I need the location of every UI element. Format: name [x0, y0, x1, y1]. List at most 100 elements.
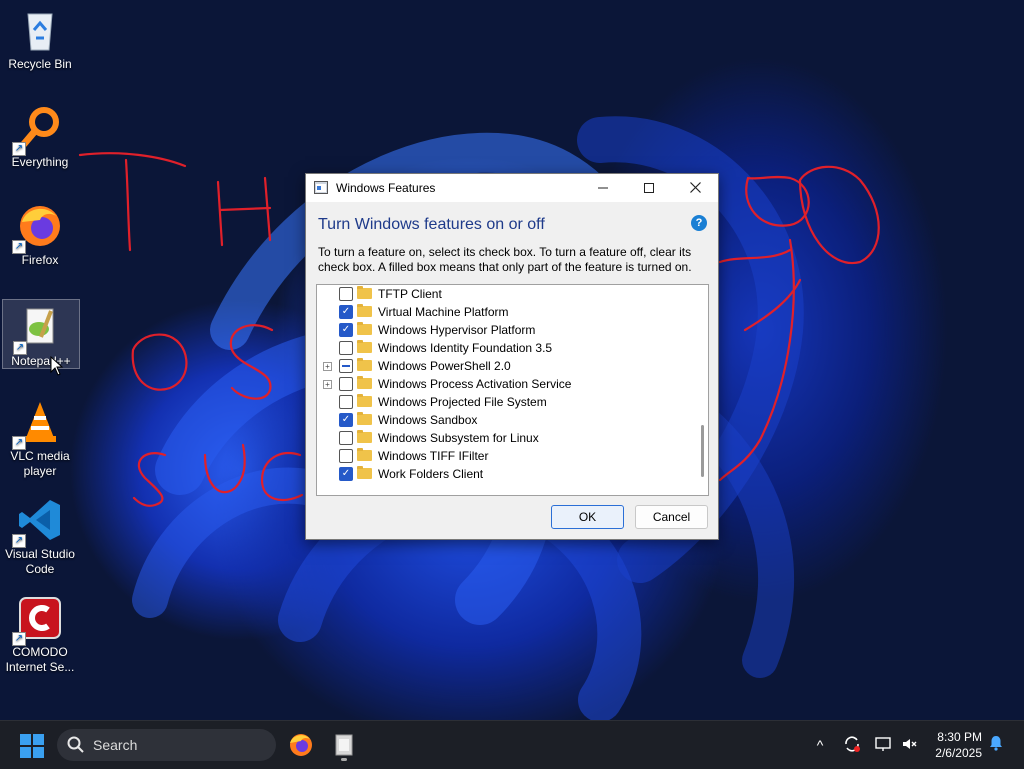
desktop-icon-comodo[interactable]: ↗ COMODO Internet Se... — [2, 588, 78, 675]
feature-checkbox[interactable] — [339, 449, 353, 463]
feature-row-virtual-machine-platform[interactable]: ✓ Virtual Machine Platform — [317, 303, 692, 321]
folder-icon — [357, 466, 372, 479]
windows-logo-icon — [20, 734, 31, 745]
feature-row-windows-identity-foundation[interactable]: Windows Identity Foundation 3.5 — [317, 339, 692, 357]
vlc-cone-icon: ↗ — [12, 398, 64, 450]
feature-row-windows-powershell[interactable]: + Windows PowerShell 2.0 — [317, 357, 692, 375]
features-tree-list[interactable]: TFTP Client ✓ Virtual Machine Platform ✓… — [316, 284, 709, 496]
feature-checkbox-checked[interactable]: ✓ — [339, 467, 353, 481]
everything-search-icon: ↗ — [12, 104, 64, 156]
taskbar: Search ^ 8:30 PM 2/6/2025 — [0, 720, 1024, 769]
close-icon — [689, 182, 701, 193]
taskbar-windows-features[interactable] — [330, 731, 358, 761]
feature-checkbox[interactable] — [339, 431, 353, 445]
start-button[interactable] — [20, 734, 44, 758]
windows-logo-icon-part — [20, 747, 31, 758]
folder-icon — [357, 394, 372, 407]
clock[interactable]: 8:30 PM 2/6/2025 — [935, 729, 982, 761]
folder-icon — [357, 376, 372, 389]
clock-time: 8:30 PM — [937, 730, 982, 744]
shortcut-arrow-icon: ↗ — [12, 436, 26, 450]
feature-row-windows-hypervisor-platform[interactable]: ✓ Windows Hypervisor Platform — [317, 321, 692, 339]
desktop-icon-label: Firefox — [21, 253, 59, 267]
feature-label: Windows Identity Foundation 3.5 — [378, 341, 553, 355]
desktop-icon-firefox[interactable]: ↗ Firefox — [2, 196, 78, 268]
expand-plus-icon[interactable]: + — [323, 380, 332, 389]
folder-icon — [357, 412, 372, 425]
desktop-icon-label: Everything — [11, 155, 69, 169]
dialog-description: To turn a feature on, select its check b… — [318, 245, 692, 274]
shortcut-arrow-icon: ↗ — [12, 142, 26, 156]
windows-features-dialog: Windows Features Turn Windows features o… — [305, 173, 719, 540]
taskbar-search-box[interactable]: Search — [57, 729, 276, 761]
feature-row-windows-sandbox[interactable]: ✓ Windows Sandbox — [317, 411, 692, 429]
desktop-icon-label: COMODO Internet Se... — [5, 645, 75, 674]
feature-label: Virtual Machine Platform — [378, 305, 509, 319]
feature-row-work-folders-client[interactable]: ✓ Work Folders Client — [317, 465, 692, 483]
windows-features-app-icon — [314, 181, 328, 194]
feature-row-windows-projected-file-system[interactable]: Windows Projected File System — [317, 393, 692, 411]
maximize-icon — [644, 183, 654, 193]
clock-date: 2/6/2025 — [935, 746, 982, 760]
desktop-icon-vscode[interactable]: ↗ Visual Studio Code — [2, 490, 78, 577]
folder-icon — [357, 430, 372, 443]
notepad-plus-plus-icon: ↗ — [13, 303, 65, 355]
dialog-title: Windows Features — [336, 181, 436, 195]
feature-label: Windows PowerShell 2.0 — [378, 359, 511, 373]
feature-label: TFTP Client — [378, 287, 442, 301]
desktop-icon-everything[interactable]: ↗ Everything — [2, 98, 78, 170]
feature-label: Windows Hypervisor Platform — [378, 323, 536, 337]
active-app-indicator — [341, 758, 347, 761]
sync-alert-icon[interactable] — [842, 735, 862, 755]
feature-label: Windows Process Activation Service — [378, 377, 572, 391]
close-button[interactable] — [672, 174, 718, 202]
windows-logo-icon-part — [33, 734, 44, 745]
comodo-icon: ↗ — [12, 594, 64, 646]
feature-label: Windows Projected File System — [378, 395, 547, 409]
ok-button[interactable]: OK — [551, 505, 624, 529]
recycle-bin-icon — [16, 6, 64, 54]
help-icon[interactable]: ? — [691, 215, 707, 231]
taskbar-firefox[interactable] — [287, 731, 315, 759]
search-icon — [67, 736, 84, 753]
folder-icon — [357, 286, 372, 299]
notification-bell-icon[interactable] — [986, 735, 1006, 755]
maximize-button[interactable] — [626, 174, 672, 202]
dialog-titlebar[interactable]: Windows Features — [306, 174, 718, 202]
feature-checkbox[interactable] — [339, 287, 353, 301]
desktop-icon-recycle-bin[interactable]: Recycle Bin — [2, 0, 78, 72]
minimize-icon — [598, 187, 608, 189]
search-placeholder: Search — [93, 737, 138, 753]
feature-checkbox[interactable] — [339, 377, 353, 391]
list-scrollbar-thumb[interactable] — [701, 425, 704, 477]
desktop-icon-label: Visual Studio Code — [5, 547, 75, 576]
feature-checkbox-partial[interactable] — [339, 359, 353, 373]
expand-plus-icon[interactable]: + — [323, 362, 332, 371]
desktop-icon-notepad-plus-plus[interactable]: ↗ Notepad++ — [2, 299, 80, 369]
feature-checkbox[interactable] — [339, 395, 353, 409]
feature-row-windows-tiff-ifilter[interactable]: Windows TIFF IFilter — [317, 447, 692, 465]
vscode-icon: ↗ — [12, 496, 64, 548]
feature-checkbox-checked[interactable]: ✓ — [339, 413, 353, 427]
feature-row-windows-process-activation[interactable]: + Windows Process Activation Service — [317, 375, 692, 393]
windows-logo-icon-part — [33, 747, 44, 758]
mouse-cursor-icon — [50, 356, 64, 376]
feature-row-tftp-client[interactable]: TFTP Client — [317, 285, 692, 303]
feature-label: Windows Sandbox — [378, 413, 478, 427]
network-icon[interactable] — [873, 735, 893, 755]
feature-checkbox-checked[interactable]: ✓ — [339, 305, 353, 319]
cancel-button[interactable]: Cancel — [635, 505, 708, 529]
minimize-button[interactable] — [580, 174, 626, 202]
desktop-icon-label: Notepad++ — [11, 354, 71, 368]
firefox-icon: ↗ — [12, 202, 64, 254]
feature-row-windows-subsystem-for-linux[interactable]: Windows Subsystem for Linux — [317, 429, 692, 447]
feature-label: Windows TIFF IFilter — [378, 449, 489, 463]
desktop-icon-vlc[interactable]: ↗ VLC media player — [2, 392, 78, 479]
show-hidden-icons-chevron-up-icon[interactable]: ^ — [810, 735, 830, 755]
feature-checkbox[interactable] — [339, 341, 353, 355]
desktop-icon-label: VLC media player — [10, 449, 70, 478]
folder-icon — [357, 358, 372, 371]
dialog-heading: Turn Windows features on or off — [318, 216, 545, 233]
volume-muted-icon[interactable] — [900, 735, 920, 755]
feature-checkbox-checked[interactable]: ✓ — [339, 323, 353, 337]
